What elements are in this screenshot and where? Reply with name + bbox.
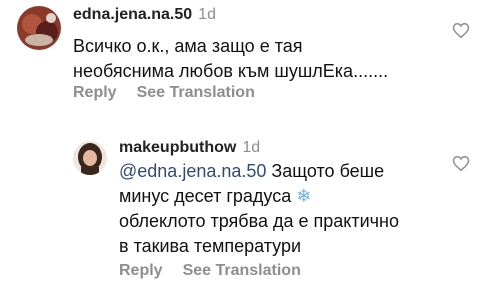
username[interactable]: makeupbuthow 1d	[119, 139, 260, 157]
mention-link[interactable]: @edna.jena.na.50	[119, 161, 266, 181]
heart-icon[interactable]	[452, 22, 470, 39]
reply-button[interactable]: Reply	[73, 84, 117, 101]
username-text[interactable]: edna.jena.na.50	[73, 6, 192, 23]
heart-icon[interactable]	[452, 155, 470, 172]
avatar[interactable]	[17, 6, 61, 50]
comment-line: необяснима любов към шушлЕка.......	[73, 61, 389, 81]
comment-line: облеклото трябва да е практично	[119, 211, 399, 231]
snowflake-icon: ❄	[296, 186, 312, 206]
username-text[interactable]: makeupbuthow	[119, 139, 236, 156]
comment-actions: Reply See Translation	[73, 84, 275, 102]
see-translation-button[interactable]: See Translation	[137, 84, 255, 101]
comment-line-text: Защото беше	[266, 161, 385, 181]
see-translation-button[interactable]: See Translation	[183, 262, 301, 279]
avatar[interactable]	[73, 141, 107, 175]
comment-line-text: минус десет градуса	[119, 186, 292, 206]
reply-button[interactable]: Reply	[119, 262, 163, 279]
timestamp: 1d	[242, 139, 261, 156]
comment-line: минус десет градуса ❄	[119, 184, 399, 209]
timestamp: 1d	[198, 6, 216, 23]
comment-line: @edna.jena.na.50 Защото беше	[119, 159, 399, 184]
comment-line: в такива температури	[119, 236, 302, 256]
username[interactable]: edna.jena.na.50 1d	[73, 6, 216, 24]
comment-actions: Reply See Translation	[119, 262, 321, 280]
comment-text: Всичко о.к., ама защо е тая необяснима л…	[73, 34, 388, 84]
comment-line: Всичко о.к., ама защо е тая	[73, 36, 303, 56]
comment-text: @edna.jena.na.50 Защото беше минус десет…	[119, 159, 399, 259]
